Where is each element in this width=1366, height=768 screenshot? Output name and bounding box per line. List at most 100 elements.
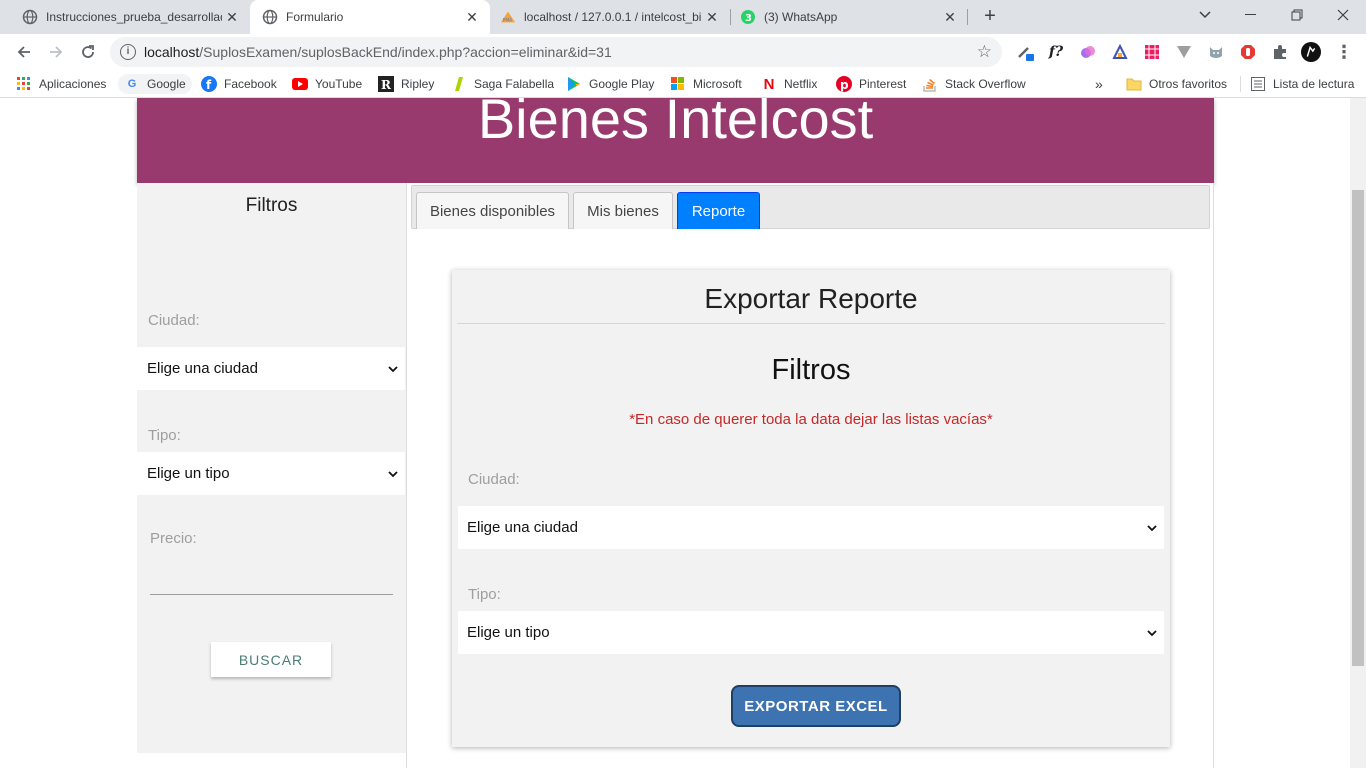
sidebar-title: Filtros [245, 195, 298, 216]
ripley-icon: R [378, 76, 394, 92]
bookmark-ripley[interactable]: R Ripley [378, 74, 434, 94]
bookmark-label: Microsoft [693, 77, 742, 91]
browser-toolbar: i localhost/SuplosExamen/suplosBackEnd/i… [0, 34, 1366, 70]
bookmark-label: Ripley [401, 77, 435, 91]
reload-button[interactable] [76, 40, 100, 64]
content-tabs: Bienes disponibles Mis bienes Reporte [411, 185, 1210, 229]
report-type-label: Tipo: [468, 586, 501, 603]
bookmark-microsoft[interactable]: Microsoft [670, 74, 742, 94]
bookmark-pinterest[interactable]: p Pinterest [836, 74, 906, 94]
bookmark-youtube[interactable]: YouTube [292, 74, 362, 94]
type-select-value: Elige un tipo [147, 465, 230, 482]
main-panel: Bienes disponibles Mis bienes Reporte Ex… [406, 183, 1214, 768]
phpmyadmin-icon: PMA [500, 9, 516, 25]
new-tab-button[interactable]: + [978, 4, 1002, 28]
bookmark-google-play[interactable]: Google Play [566, 74, 654, 94]
svg-text:PMA: PMA [503, 17, 513, 23]
pinterest-icon: p [836, 76, 852, 92]
bookmark-aplicaciones[interactable]: Aplicaciones [16, 74, 106, 94]
close-icon[interactable]: ✕ [702, 9, 722, 26]
chevron-down-icon [1147, 629, 1157, 636]
minimize-button[interactable] [1228, 0, 1274, 30]
browser-tab-instrucciones[interactable]: Instrucciones_prueba_desarrollad ✕ [0, 0, 250, 34]
close-window-button[interactable] [1320, 0, 1366, 30]
price-input[interactable] [150, 594, 393, 595]
bookmark-label: Otros favoritos [1149, 77, 1228, 91]
bookmarks-overflow-chevron[interactable]: » [1095, 74, 1103, 94]
svg-text:p: p [840, 78, 849, 92]
bookmark-netflix[interactable]: N Netflix [761, 74, 818, 94]
bookmark-google[interactable]: G Google [118, 74, 192, 94]
browser-tab-formulario[interactable]: Formulario ✕ [250, 0, 490, 34]
falabella-icon [451, 76, 467, 92]
back-button[interactable] [12, 40, 36, 64]
divider [457, 323, 1165, 324]
url-text: localhost/SuplosExamen/suplosBackEnd/ind… [144, 44, 612, 60]
city-select[interactable]: Elige una ciudad [137, 347, 405, 390]
close-icon[interactable]: ✕ [940, 9, 960, 26]
tab-reporte[interactable]: Reporte [677, 192, 760, 229]
search-button[interactable]: BUSCAR [211, 642, 331, 677]
bookmark-label: Aplicaciones [39, 77, 107, 91]
tab-bienes-disponibles[interactable]: Bienes disponibles [416, 192, 569, 229]
address-bar[interactable]: i localhost/SuplosExamen/suplosBackEnd/i… [110, 37, 1002, 67]
microsoft-icon [670, 76, 686, 92]
chevron-down-icon [388, 470, 398, 477]
globe-icon [262, 9, 278, 25]
menu-dots-icon[interactable]: ⋮ [1334, 42, 1354, 62]
reading-list-label: Lista de lectura [1273, 77, 1355, 91]
scrollbar-thumb[interactable] [1352, 190, 1364, 666]
browser-tab-phpmyadmin[interactable]: PMA localhost / 127.0.0.1 / intelcost_bi… [490, 0, 730, 34]
extension-v-icon[interactable] [1174, 42, 1194, 62]
extension-pen-icon[interactable] [1015, 42, 1035, 62]
city-select-value: Elige una ciudad [147, 360, 258, 377]
extension-cat-icon[interactable] [1206, 42, 1226, 62]
bookmark-saga-falabella[interactable]: Saga Falabella [451, 74, 554, 94]
google-icon: G [127, 78, 137, 90]
extension-ruler-icon[interactable] [1110, 42, 1130, 62]
reading-list-button[interactable]: Lista de lectura [1250, 74, 1354, 94]
bookmarks-divider [1240, 76, 1241, 92]
report-type-select[interactable]: Elige un tipo [458, 611, 1164, 654]
bookmark-otros-favoritos[interactable]: Otros favoritos [1126, 74, 1227, 94]
browser-tabstrip: Instrucciones_prueba_desarrollad ✕ Formu… [0, 0, 1366, 34]
type-select[interactable]: Elige un tipo [137, 452, 405, 495]
bookmark-facebook[interactable]: f Facebook [201, 74, 277, 94]
info-icon[interactable]: i [120, 44, 136, 60]
bookmark-stack-overflow[interactable]: Stack Overflow [922, 74, 1026, 94]
close-icon[interactable]: ✕ [462, 9, 482, 26]
bookmark-label: Google Play [589, 77, 655, 91]
tab-search-icon[interactable] [1182, 0, 1228, 30]
close-icon[interactable]: ✕ [222, 9, 242, 26]
reading-list-icon [1250, 76, 1266, 92]
tab-title: (3) WhatsApp [764, 10, 838, 24]
site-header: Bienes Intelcost [137, 98, 1214, 183]
site-title: Bienes Intelcost [477, 98, 874, 150]
extension-hand-icon[interactable] [1238, 42, 1258, 62]
bookmark-label: Google [147, 77, 186, 91]
export-excel-button[interactable]: EXPORTAR EXCEL [731, 685, 901, 727]
report-type-select-value: Elige un tipo [467, 624, 550, 641]
chevron-down-icon [388, 365, 398, 372]
extensions-puzzle-icon[interactable] [1270, 42, 1290, 62]
bookmark-star-icon[interactable]: ☆ [977, 42, 992, 62]
bookmark-label: Pinterest [859, 77, 907, 91]
profile-avatar-icon[interactable] [1301, 42, 1321, 62]
svg-text:R: R [381, 78, 392, 92]
tab-mis-bienes[interactable]: Mis bienes [573, 192, 673, 229]
bookmark-label: YouTube [315, 77, 363, 91]
facebook-icon: f [201, 76, 217, 92]
google-play-icon [566, 76, 582, 92]
page-viewport: Bienes Intelcost Filtros Ciudad: Elige u… [0, 98, 1350, 768]
bookmarks-bar: Aplicaciones G Google f Facebook YouTube R… [0, 70, 1366, 98]
report-city-select[interactable]: Elige una ciudad [458, 506, 1164, 549]
forward-button[interactable] [44, 40, 68, 64]
extension-formula-icon[interactable]: f? [1046, 42, 1066, 62]
extension-blob-icon[interactable] [1078, 42, 1098, 62]
browser-tab-whatsapp[interactable]: 3 (3) WhatsApp ✕ [730, 0, 968, 34]
extension-grid-icon[interactable] [1142, 42, 1162, 62]
page-scrollbar[interactable] [1350, 98, 1366, 768]
folder-icon [1126, 76, 1142, 92]
type-label: Tipo: [148, 427, 181, 444]
restore-button[interactable] [1274, 0, 1320, 30]
